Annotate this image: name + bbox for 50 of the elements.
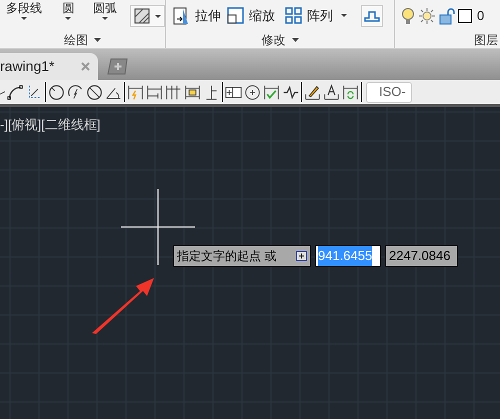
- modify-tool-button[interactable]: 拉伸: [173, 6, 221, 26]
- circle-icon[interactable]: [48, 84, 65, 100]
- color-swatch-icon[interactable]: [458, 8, 472, 22]
- caret-icon: [20, 17, 27, 20]
- caret-icon: [341, 14, 347, 17]
- scale-icon: [227, 6, 245, 24]
- jog-icon[interactable]: [282, 84, 299, 100]
- center-mark-icon[interactable]: [244, 84, 261, 100]
- caret-icon: [102, 17, 108, 20]
- quick-dimension-icon[interactable]: [127, 84, 144, 100]
- prompt-text: 指定文字的起点 或: [177, 248, 276, 265]
- modify-tool-button[interactable]: 缩放: [227, 6, 275, 26]
- viewport-label[interactable]: -][俯视][二维线框]: [0, 115, 100, 134]
- continue-icon[interactable]: [165, 84, 182, 100]
- caret-icon: [65, 17, 72, 20]
- join-icon: [364, 8, 380, 22]
- grid-icon: [285, 6, 303, 24]
- document-tab[interactable]: rawing1*: [0, 53, 98, 80]
- y-coordinate-field[interactable]: 2247.0846: [385, 245, 458, 267]
- layer-name[interactable]: 0: [477, 6, 484, 26]
- join-button[interactable]: [361, 4, 383, 26]
- style-dropdown[interactable]: ISO-: [366, 82, 412, 102]
- inspect-icon[interactable]: [263, 84, 280, 100]
- arc-icon[interactable]: [7, 84, 24, 100]
- hatch-icon: [133, 7, 152, 25]
- draw-tool-button[interactable]: 圆弧: [88, 1, 122, 20]
- draw-tool-button[interactable]: 多段线: [0, 1, 48, 20]
- new-tab-icon[interactable]: [106, 58, 130, 75]
- baseline-icon[interactable]: [146, 84, 163, 100]
- panel-title: 绘图: [64, 32, 88, 48]
- update-icon[interactable]: [342, 84, 359, 100]
- text-dimension-icon[interactable]: [323, 84, 340, 100]
- pencil-icon[interactable]: [304, 84, 321, 100]
- dimension-space-icon[interactable]: [184, 84, 201, 100]
- modify-tool-button[interactable]: 阵列: [285, 6, 347, 26]
- radius-icon[interactable]: [67, 84, 84, 100]
- bulb-icon[interactable]: [401, 6, 415, 24]
- caret-icon[interactable]: [94, 38, 101, 42]
- expand-icon[interactable]: [296, 251, 307, 261]
- lock-icon[interactable]: [439, 6, 455, 24]
- caret-icon[interactable]: [292, 38, 298, 42]
- stretch-icon: [173, 6, 191, 24]
- pointer-arrow: [90, 276, 156, 336]
- panel-title: 修改: [262, 32, 286, 48]
- sun-icon[interactable]: [418, 6, 436, 24]
- panel-title: 图层: [474, 32, 498, 48]
- diameter-icon[interactable]: [86, 84, 103, 100]
- hatch-button[interactable]: [130, 5, 165, 27]
- draw-tool-button[interactable]: 圆: [54, 1, 83, 20]
- caret-icon: [155, 14, 162, 18]
